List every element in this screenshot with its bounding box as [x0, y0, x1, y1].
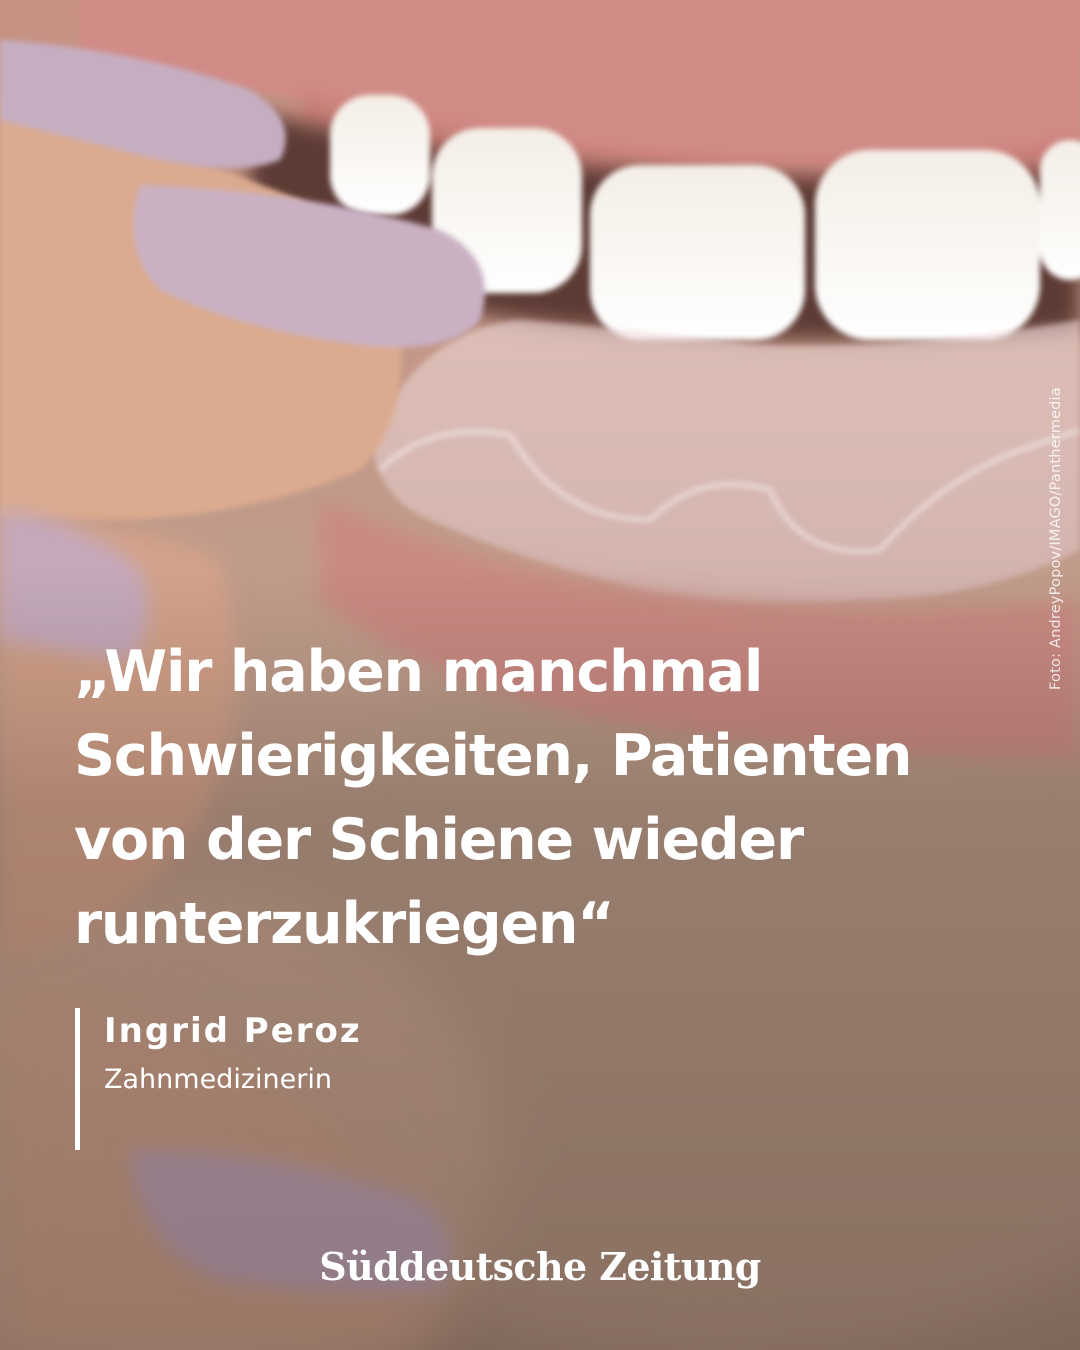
quote-line: „Wir haben manchmal	[74, 639, 763, 705]
quote-line: Schwierigkeiten, Patienten	[74, 723, 913, 789]
brand-logo: Süddeutsche Zeitung	[319, 1244, 761, 1289]
photo-credit: Foto: AndreyPopov/IMAGO/Panthermedia	[1048, 387, 1064, 690]
author-role: Zahnmedizinerin	[104, 1064, 332, 1095]
post-card: Foto: AndreyPopov/IMAGO/Panthermedia „Wi…	[0, 0, 1080, 1350]
quote-line: runterzukriegen“	[74, 891, 615, 957]
author-divider	[75, 1008, 80, 1150]
author-name: Ingrid Peroz	[104, 1011, 362, 1051]
pull-quote: „Wir haben manchmal Schwierigkeiten, Pat…	[74, 630, 1014, 966]
quote-line: von der Schiene wieder	[74, 807, 804, 873]
